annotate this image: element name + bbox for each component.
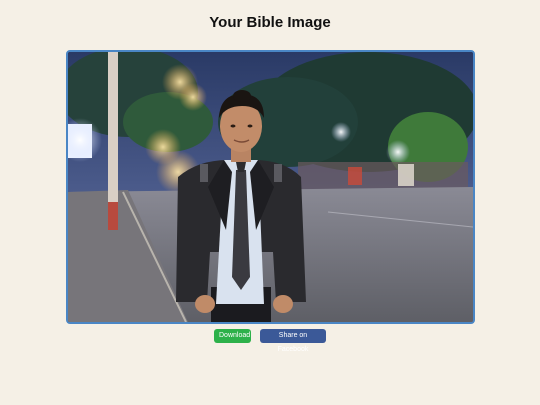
page-title: Your Bible Image [209, 14, 331, 31]
download-button[interactable]: Download [214, 329, 251, 343]
bible-image [68, 52, 473, 322]
action-bar: Download Share on Facebook [0, 329, 540, 353]
bible-image-frame [66, 50, 475, 324]
page: Your Bible Image Download Share on Faceb… [0, 0, 540, 405]
share-facebook-button[interactable]: Share on Facebook [260, 329, 326, 353]
